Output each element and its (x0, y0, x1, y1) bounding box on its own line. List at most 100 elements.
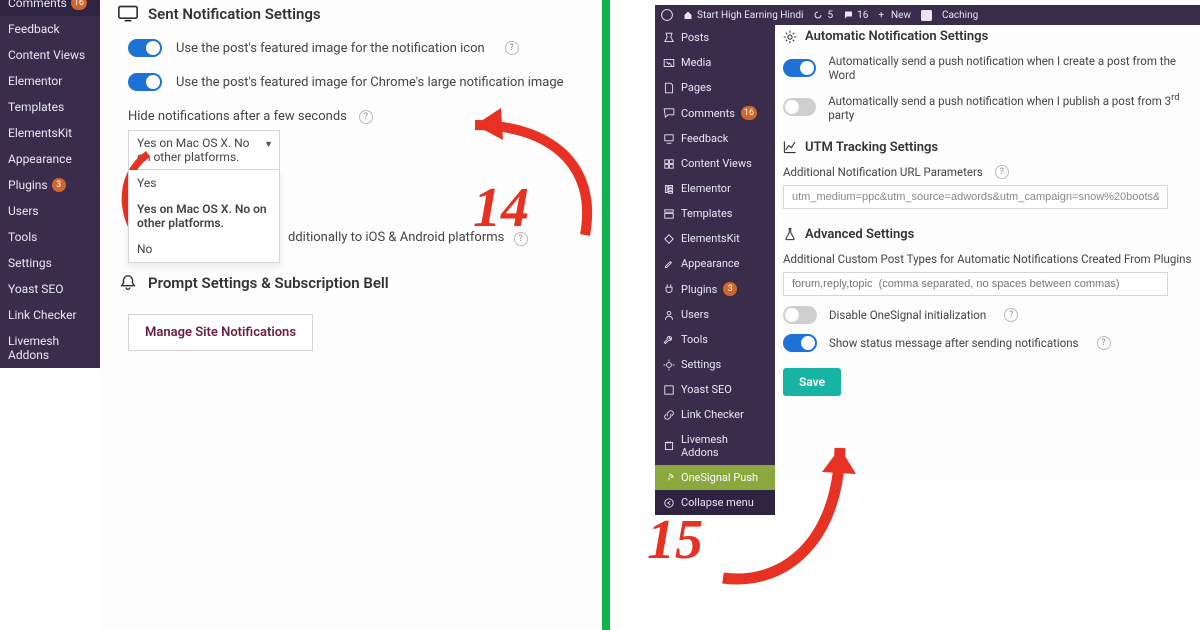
sidebar-item-plugins[interactable]: Plugins3 (0, 172, 100, 198)
section-title: UTM Tracking Settings (805, 140, 938, 155)
sidebar-item-feedback[interactable]: Feedback (0, 16, 100, 42)
onesignal-settings-panel-right: Automatic Notification Settings Automati… (775, 25, 1200, 480)
sidebar-item-collapse-menu[interactable]: Collapse menu (655, 490, 775, 515)
truncated-platform-text: dditionally to iOS & Android platforms ? (288, 230, 586, 246)
sidebar-item-tools[interactable]: Tools (0, 224, 100, 250)
toggle-auto-create[interactable] (783, 59, 816, 77)
kit-icon (663, 233, 675, 245)
wp-logo-icon[interactable] (661, 9, 673, 21)
sidebar-item-elementor[interactable]: Elementor (655, 176, 775, 201)
sidebar-item-appearance[interactable]: Appearance (655, 251, 775, 276)
feedback-icon (663, 133, 675, 145)
save-button[interactable]: Save (783, 368, 841, 396)
section-advanced: Advanced Settings (783, 227, 1200, 242)
dropdown-option[interactable]: Yes on Mac OS X. No on other platforms. (129, 196, 279, 236)
help-icon[interactable]: ? (995, 165, 1009, 179)
help-icon[interactable]: ? (505, 41, 519, 55)
manage-site-notifications-button[interactable]: Manage Site Notifications (128, 314, 313, 351)
sidebar-item-appearance[interactable]: Appearance (0, 146, 100, 172)
section-sent-notification: Sent Notification Settings (118, 5, 586, 23)
toggle-label: Disable OneSignal initialization (829, 308, 986, 322)
sidebar-item-users[interactable]: Users (0, 198, 100, 224)
sidebar-item-elementor[interactable]: Elementor (0, 68, 100, 94)
chart-icon (783, 140, 797, 154)
sidebar-item-comments[interactable]: Comments16 (655, 100, 775, 126)
comment-icon (663, 107, 675, 119)
green-divider (602, 0, 610, 630)
onesignal-icon (663, 472, 675, 484)
yoast-admin-icon[interactable] (921, 10, 932, 21)
sidebar-item-templates[interactable]: Templates (655, 201, 775, 226)
new-link[interactable]: +New (878, 10, 911, 21)
dropdown-option[interactable]: No (129, 236, 279, 262)
toggle-label: Use the post's featured image for the no… (176, 41, 485, 56)
plug-icon (663, 283, 675, 295)
gear-icon (783, 30, 797, 44)
pin-icon (663, 32, 675, 44)
toggle-disable-init[interactable] (783, 306, 817, 324)
help-icon[interactable]: ? (514, 232, 528, 246)
sidebar-item-link-checker[interactable]: Link Checker (655, 402, 775, 427)
hide-notifications-dropdown[interactable]: Yes on Mac OS X. No on other platforms. … (128, 130, 280, 170)
toggle-label: Use the post's featured image for Chrome… (176, 75, 564, 90)
sidebar-item-link-checker[interactable]: Link Checker (0, 302, 100, 328)
addons-icon (663, 440, 675, 452)
updates-link[interactable]: 5 (813, 10, 833, 21)
sidebar-item-comments[interactable]: Comments16 (0, 0, 100, 16)
sidebar-item-tools[interactable]: Tools (655, 327, 775, 352)
help-icon[interactable]: ? (359, 110, 373, 124)
sidebar-item-feedback[interactable]: Feedback (655, 126, 775, 151)
sidebar-item-plugins[interactable]: Plugins3 (655, 276, 775, 302)
left-screenshot: Comments16FeedbackContent ViewsElementor… (0, 0, 604, 630)
badge: 16 (71, 0, 87, 10)
sidebar-item-templates[interactable]: Templates (0, 94, 100, 120)
sidebar-item-livemesh-addons[interactable]: Livemesh Addons (0, 328, 100, 368)
comments-link[interactable]: 16 (843, 10, 868, 21)
badge: 16 (741, 106, 757, 120)
section-title: Sent Notification Settings (148, 5, 321, 23)
templates-icon (663, 208, 675, 220)
sidebar-item-content-views[interactable]: Content Views (655, 151, 775, 176)
sidebar-item-elementskit[interactable]: ElementsKit (0, 120, 100, 146)
sidebar-item-posts[interactable]: Posts (655, 25, 775, 50)
custom-post-types-label: Additional Custom Post Types for Automat… (783, 252, 1200, 266)
sidebar-item-users[interactable]: Users (655, 302, 775, 327)
link-icon (663, 409, 675, 421)
sidebar-item-pages[interactable]: Pages (655, 75, 775, 100)
dropdown-menu: YesYes on Mac OS X. No on other platform… (128, 170, 280, 263)
sidebar-item-settings[interactable]: Settings (0, 250, 100, 276)
media-icon (663, 57, 675, 69)
toggle-status-msg[interactable] (783, 334, 817, 352)
help-icon[interactable]: ? (1097, 336, 1111, 350)
bell-icon (118, 274, 138, 292)
collapse-icon (663, 497, 675, 509)
sidebar-item-yoast-seo[interactable]: Yoast SEO (655, 377, 775, 402)
dropdown-option[interactable]: Yes (129, 170, 279, 196)
onesignal-settings-panel-left: Sent Notification Settings Use the post'… (100, 0, 604, 630)
wrench-icon (663, 334, 675, 346)
section-utm-tracking: UTM Tracking Settings (783, 140, 1200, 155)
chevron-down-icon: ▼ (264, 138, 273, 152)
dropdown-selected[interactable]: Yes on Mac OS X. No on other platforms. … (128, 130, 280, 170)
caching-link[interactable]: Caching (942, 10, 978, 21)
toggle-auto-publish[interactable] (783, 98, 816, 116)
help-icon[interactable]: ? (1004, 308, 1018, 322)
brush-icon (663, 258, 675, 270)
section-title: Automatic Notification Settings (805, 29, 988, 44)
sidebar-item-livemesh-addons[interactable]: Livemesh Addons (655, 427, 775, 465)
sidebar-item-onesignal-push[interactable]: OneSignal Push (655, 465, 775, 490)
sidebar-item-yoast-seo[interactable]: Yoast SEO (0, 276, 100, 302)
hide-notifications-label: Hide notifications after a few seconds ? (128, 109, 586, 124)
wp-admin-bar: Start High Earning Hindi 5 16 +New Cachi… (655, 5, 1200, 25)
sidebar-item-settings[interactable]: Settings (655, 352, 775, 377)
sidebar-item-elementskit[interactable]: ElementsKit (655, 226, 775, 251)
toggle-featured-icon[interactable] (128, 39, 162, 57)
custom-post-types-input[interactable] (783, 272, 1168, 296)
grid-icon (663, 158, 675, 170)
utm-params-input[interactable] (783, 185, 1168, 209)
toggle-row-featured-icon: Use the post's featured image for the no… (128, 39, 586, 57)
sidebar-item-content-views[interactable]: Content Views (0, 42, 100, 68)
toggle-chrome-large[interactable] (128, 73, 162, 91)
sidebar-item-media[interactable]: Media (655, 50, 775, 75)
site-home-link[interactable]: Start High Earning Hindi (683, 10, 803, 21)
